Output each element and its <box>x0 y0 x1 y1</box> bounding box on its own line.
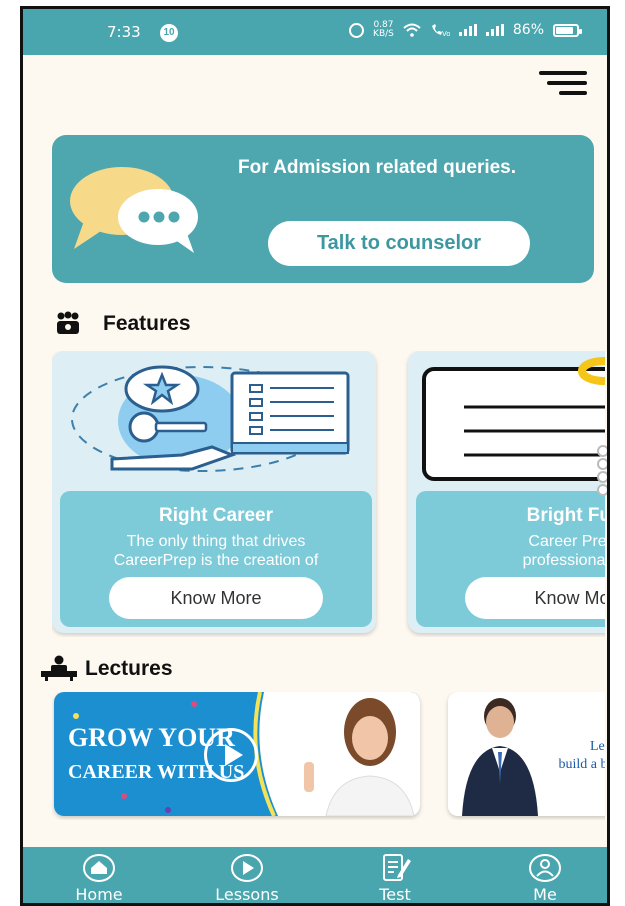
chat-bubbles-icon <box>70 167 198 253</box>
nav-me[interactable]: Me <box>495 853 595 904</box>
menu-line <box>547 81 587 85</box>
notification-badge: 10 <box>160 24 178 42</box>
play-triangle-icon <box>225 744 243 766</box>
lecture-card[interactable]: Learn t build a brigh <box>448 692 605 816</box>
nav-me-label: Me <box>533 885 557 904</box>
lecture-line1: Learn t <box>589 739 605 754</box>
battery-icon <box>553 23 582 37</box>
lectures-title: Lectures <box>85 657 173 680</box>
talk-to-counselor-button[interactable]: Talk to counselor <box>268 221 530 266</box>
play-icon[interactable] <box>204 728 258 782</box>
alarm-icon <box>349 22 365 38</box>
nav-home[interactable]: Home <box>49 853 149 904</box>
wifi-calling-icon: Vo <box>431 24 450 37</box>
network-speed-unit: KB/S <box>373 29 394 39</box>
lecture-caption: Learn t build a brigh <box>526 738 605 774</box>
know-more-button[interactable]: Know Mo <box>465 577 605 619</box>
nav-test[interactable]: Test <box>345 853 445 904</box>
scroll-dot <box>597 445 607 457</box>
signal-strength-2-icon <box>485 24 504 36</box>
scroll-dot <box>597 458 607 470</box>
svg-text:Vo: Vo <box>442 30 450 37</box>
menu-line <box>539 71 587 75</box>
banner-text: For Admission related queries. <box>238 157 517 178</box>
know-more-button[interactable]: Know More <box>109 577 323 619</box>
scroll-dot <box>597 484 607 496</box>
document-illustration <box>422 357 605 481</box>
battery-percent: 86% <box>512 22 544 38</box>
feature-info: Right Career The only thing that drives … <box>60 491 372 627</box>
lectures-carousel[interactable]: GROW YOUR CAREER WITH US Learn t build a <box>52 692 605 820</box>
feature-info: Bright Fut Career Prep professional c Kn… <box>416 491 605 627</box>
teacher-desk-icon <box>41 655 77 681</box>
home-icon <box>83 854 115 882</box>
feature-card[interactable]: Bright Fut Career Prep professional c Kn… <box>408 351 605 633</box>
scroll-dot <box>597 471 607 483</box>
status-bar: 7:33 10 0.87 KB/S Vo 86% <box>23 9 607 55</box>
nav-lessons-label: Lessons <box>215 885 279 904</box>
edit-document-icon <box>383 854 411 881</box>
nav-lessons[interactable]: Lessons <box>197 853 297 904</box>
app-screen: 7:33 10 0.87 KB/S Vo 86% For Admission r… <box>20 6 610 906</box>
status-time: 7:33 <box>107 23 141 41</box>
user-icon <box>529 854 561 882</box>
scroll-indicator[interactable] <box>597 445 607 497</box>
bottom-navigation: Home Lessons Test Me <box>23 847 607 904</box>
counselor-banner: For Admission related queries. Talk to c… <box>52 135 594 283</box>
feature-description: Career Prep professional c <box>522 533 605 569</box>
wifi-icon <box>403 23 421 37</box>
nav-home-label: Home <box>75 885 123 904</box>
menu-line <box>559 91 587 95</box>
menu-button[interactable] <box>539 71 587 97</box>
people-group-icon <box>57 311 79 334</box>
status-icons: 0.87 KB/S Vo 86% <box>349 21 582 39</box>
network-speed: 0.87 KB/S <box>373 21 394 39</box>
nav-test-label: Test <box>379 885 411 904</box>
features-carousel[interactable]: Right Career The only thing that drives … <box>52 351 605 637</box>
feature-title: Bright Fut <box>526 505 605 526</box>
feature-title: Right Career <box>158 505 274 526</box>
feature-description: The only thing that drives CareerPrep is… <box>113 533 319 569</box>
feature-card[interactable]: Right Career The only thing that drives … <box>52 351 376 633</box>
battery-fill <box>556 26 574 34</box>
career-illustration <box>71 365 350 472</box>
lecture-card[interactable]: GROW YOUR CAREER WITH US <box>54 692 420 816</box>
features-title: Features <box>103 312 191 335</box>
play-circle-icon <box>231 854 263 882</box>
lecture-line2: build a brigh <box>558 757 605 772</box>
signal-strength-icon <box>458 24 477 36</box>
